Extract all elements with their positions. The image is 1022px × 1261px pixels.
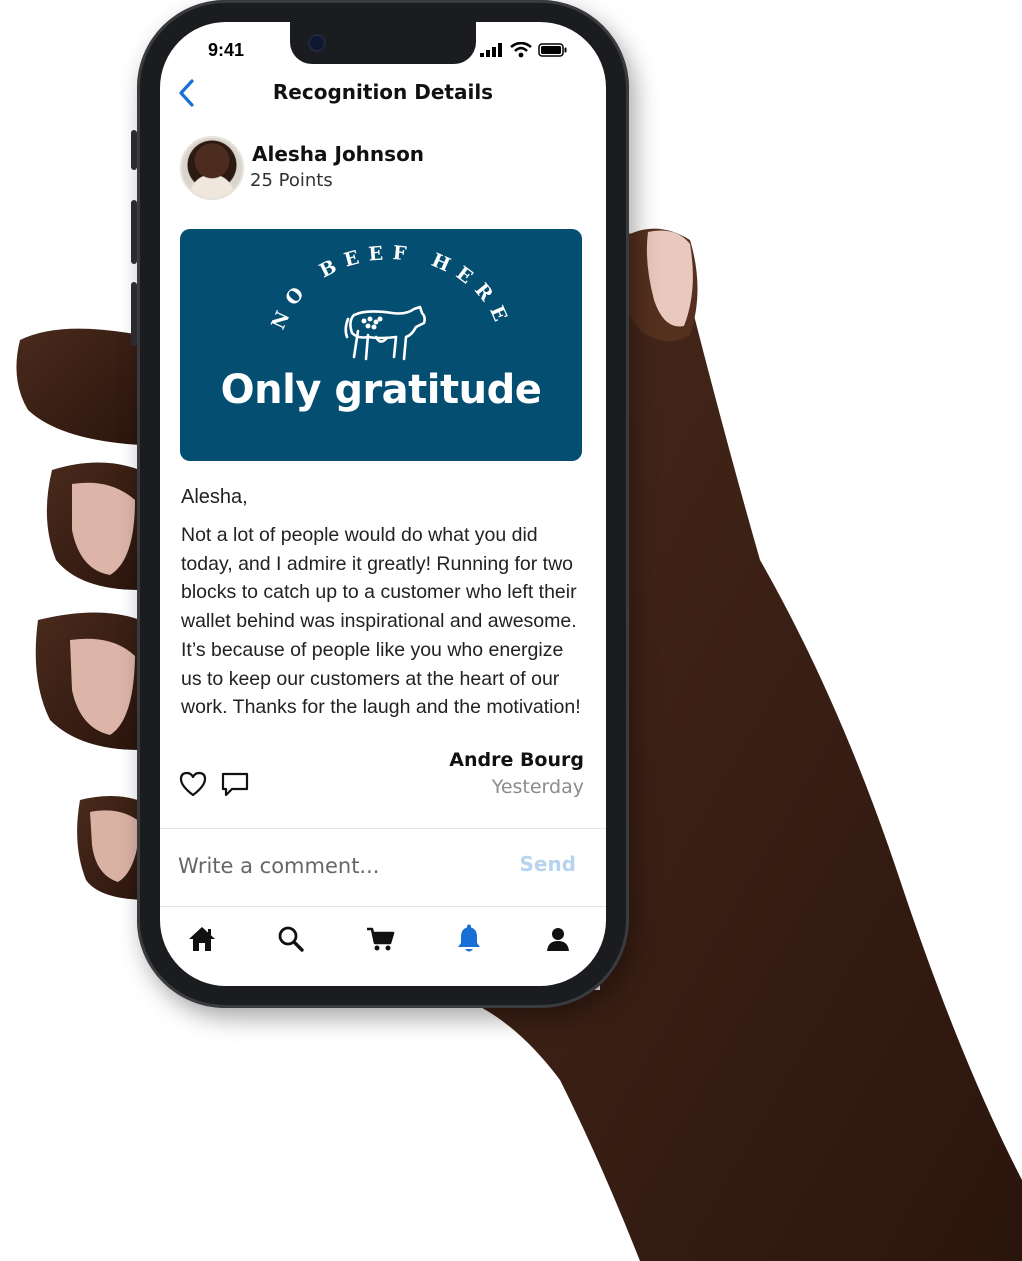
wifi-icon [510,42,532,58]
search-icon [278,926,304,952]
cow-icon [344,305,426,361]
comment-input[interactable] [178,848,498,884]
card-headline: Only gratitude [220,367,542,413]
front-camera [308,34,326,52]
tab-cart[interactable] [363,922,397,956]
page-title: Recognition Details [272,80,494,104]
send-button[interactable]: Send [519,852,576,876]
like-button[interactable] [178,770,208,798]
comment-icon [221,772,249,797]
tab-profile[interactable] [541,922,575,956]
author-name[interactable]: Andre Bourg [449,749,584,771]
card-arc-text: NO BEEF HERE [267,242,514,333]
post-time: Yesterday [491,776,584,798]
home-icon [189,927,215,951]
message-body: Not a lot of people would do what you di… [181,524,581,719]
mute-switch [131,130,137,170]
phone-screen: 9:41 Recognition Details Alesha Johnson … [160,22,606,986]
bell-icon [458,924,480,952]
message-greeting: Alesha, [181,486,248,508]
tab-bar [160,922,606,962]
recipient-name[interactable]: Alesha Johnson [252,142,424,166]
status-time: 9:41 [208,40,245,60]
status-icons [480,42,568,58]
tab-search[interactable] [274,922,308,956]
divider [160,906,606,907]
avatar[interactable] [180,136,244,200]
divider [160,828,606,829]
cart-icon [367,927,395,951]
comment-button[interactable] [220,770,250,798]
volume-up-button [131,200,137,264]
signal-icon [480,43,502,57]
profile-icon [547,928,569,951]
tab-home[interactable] [185,922,219,956]
recipient-points: 25 Points [250,170,333,191]
card-artwork: NO BEEF HERE [267,242,514,361]
recognition-card: NO BEEF HERE Only gratitude [180,229,582,461]
battery-icon [538,43,567,57]
tab-notifications[interactable] [452,922,486,956]
volume-down-button [131,282,137,346]
heart-icon [179,771,207,797]
